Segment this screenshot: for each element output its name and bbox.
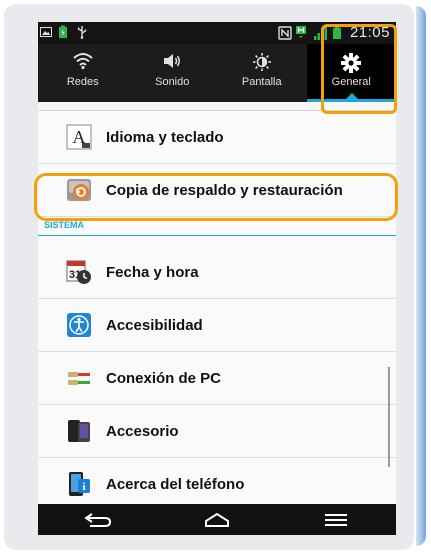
- list-item-accesorio[interactable]: Accesorio: [38, 405, 396, 458]
- list-item-label: Idioma y teclado: [106, 128, 224, 146]
- card-edge-decoration: [416, 6, 426, 546]
- tab-redes[interactable]: Redes: [38, 44, 128, 102]
- status-bar-left-icons: [40, 25, 88, 39]
- back-icon[interactable]: [78, 510, 118, 530]
- speaker-icon: [161, 52, 183, 72]
- list-item-accesibilidad[interactable]: Accesibilidad: [38, 299, 396, 352]
- list-item-label: Accesibilidad: [106, 316, 203, 334]
- battery-charging-icon: [58, 25, 70, 39]
- list-item-conexion-pc[interactable]: Conexión de PC: [38, 352, 396, 405]
- accessory-icon: [66, 418, 92, 444]
- calendar-clock-icon: 31: [66, 259, 92, 285]
- list-item-label: Acerca del teléfono: [106, 475, 245, 493]
- usb-icon: [76, 25, 88, 39]
- svg-text:i: i: [82, 481, 85, 493]
- about-phone-icon: i: [66, 471, 92, 497]
- scrollbar[interactable]: [388, 367, 390, 467]
- tab-pantalla[interactable]: Pantalla: [217, 44, 307, 102]
- brightness-icon: [251, 52, 273, 72]
- h-signal-icon: [295, 25, 308, 40]
- wifi-icon: [72, 52, 94, 72]
- tab-label: Sonido: [155, 76, 190, 88]
- list-item-label: Accesorio: [106, 422, 179, 440]
- list-item-fecha-hora[interactable]: 31 Fecha y hora: [38, 246, 396, 299]
- tab-sonido[interactable]: Sonido: [128, 44, 218, 102]
- tab-label: Redes: [66, 76, 99, 88]
- accessibility-icon: [66, 312, 92, 338]
- highlight-general-tab: [321, 24, 397, 114]
- highlight-backup-item: [34, 173, 398, 221]
- language-keyboard-icon: A: [66, 124, 92, 150]
- section-header-sistema: SISTEMA: [38, 220, 396, 236]
- nfc-icon: [278, 25, 292, 40]
- section-title: SISTEMA: [44, 220, 85, 230]
- list-item-idioma[interactable]: A Idioma y teclado: [38, 111, 396, 164]
- home-icon[interactable]: [197, 510, 237, 530]
- navigation-bar: [38, 504, 396, 535]
- list-item-label: Fecha y hora: [106, 263, 199, 281]
- list-item-label: Conexión de PC: [106, 369, 222, 387]
- tab-label: Pantalla: [241, 76, 282, 88]
- menu-icon[interactable]: [316, 510, 356, 530]
- pc-connection-icon: [66, 365, 92, 391]
- gallery-icon: [40, 25, 52, 39]
